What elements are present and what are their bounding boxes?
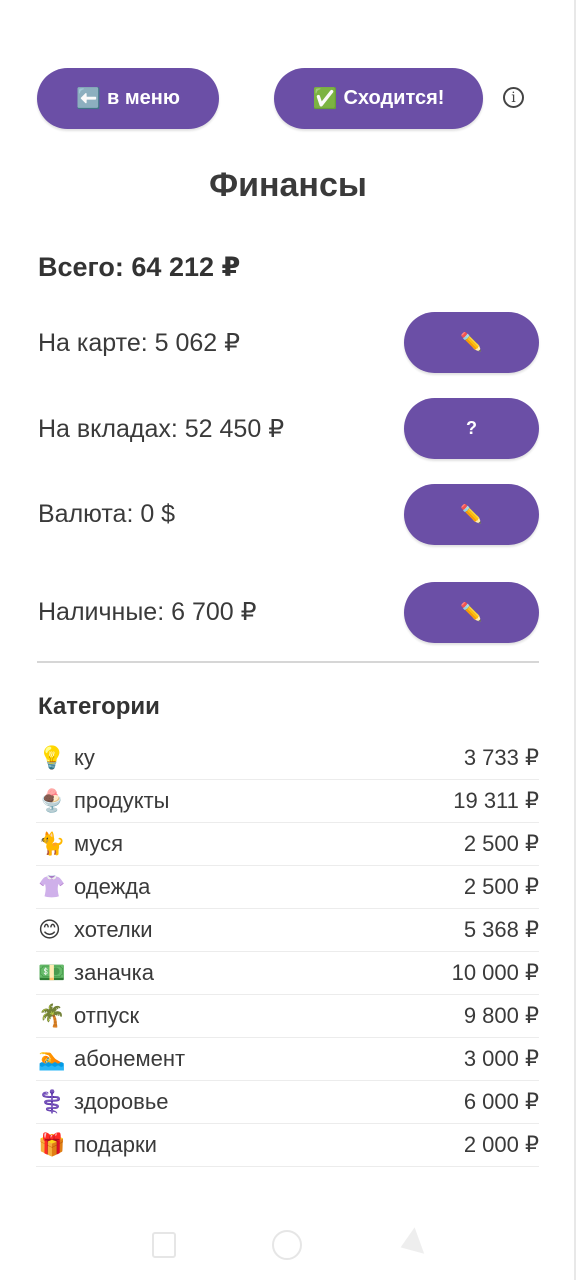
back-icon[interactable] <box>395 1227 425 1261</box>
back-to-menu-label: в меню <box>106 87 180 109</box>
category-amount: 2 500 ₽ <box>463 831 539 856</box>
category-name: абонемент <box>74 1046 186 1071</box>
cat-icon: 🐈 <box>38 831 66 856</box>
gift-icon: 🎁 <box>38 1132 66 1157</box>
balance-check-label: Сходится! <box>343 87 445 109</box>
home-icon[interactable] <box>272 1230 302 1260</box>
categories-heading: Категории <box>38 693 160 720</box>
dollar-banknote-icon: 💵 <box>38 960 66 985</box>
category-row-health[interactable]: ⚕️ здоровье 6 000 ₽ <box>36 1081 539 1124</box>
info-icon[interactable]: i <box>503 87 524 108</box>
swimmer-icon: 🏊 <box>38 1046 66 1071</box>
medical-symbol-icon: ⚕️ <box>38 1089 66 1114</box>
balance-check-button[interactable]: ✅ Сходится! <box>274 68 483 129</box>
category-amount: 6 000 ₽ <box>463 1089 539 1114</box>
category-name: отпуск <box>74 1003 140 1028</box>
back-to-menu-button[interactable]: ⬅️ в меню <box>37 68 219 129</box>
pencil-icon: ✏️ <box>460 332 483 352</box>
page-title: Финансы <box>209 166 367 204</box>
category-name: заначка <box>74 960 155 985</box>
category-row-savings[interactable]: 💵 заначка 10 000 ₽ <box>36 952 539 995</box>
deposits-help-button[interactable]: ? <box>404 398 539 459</box>
categories-list: 💡 ку 3 733 ₽ 🍨 продукты 19 311 ₽ 🐈 муся … <box>36 737 539 1167</box>
pencil-icon: ✏️ <box>460 504 483 524</box>
category-row-clothes[interactable]: 👚 одежда 2 500 ₽ <box>36 866 539 909</box>
category-name: здоровье <box>74 1089 169 1114</box>
finance-screen: ⬅️ в меню ✅ Сходится! i Финансы Всего: 6… <box>0 0 576 1280</box>
category-amount: 9 800 ₽ <box>463 1003 539 1028</box>
divider <box>37 661 539 663</box>
card-balance-label: На карте: 5 062 ₽ <box>38 329 241 357</box>
smiley-icon: 😊 <box>38 917 61 942</box>
category-amount: 3 000 ₽ <box>463 1046 539 1071</box>
category-amount: 2 000 ₽ <box>463 1132 539 1157</box>
palm-tree-icon: 🌴 <box>38 1003 66 1028</box>
category-amount: 3 733 ₽ <box>463 745 539 770</box>
category-name: муся <box>74 831 124 856</box>
category-row-musya[interactable]: 🐈 муся 2 500 ₽ <box>36 823 539 866</box>
edit-currency-button[interactable]: ✏️ <box>404 484 539 545</box>
category-name: подарки <box>74 1132 157 1157</box>
ice-cream-icon: 🍨 <box>38 788 66 813</box>
category-row-gifts[interactable]: 🎁 подарки 2 000 ₽ <box>36 1124 539 1167</box>
pencil-icon: ✏️ <box>460 602 483 622</box>
category-amount: 2 500 ₽ <box>463 874 539 899</box>
category-row-products[interactable]: 🍨 продукты 19 311 ₽ <box>36 780 539 823</box>
category-row-membership[interactable]: 🏊 абонемент 3 000 ₽ <box>36 1038 539 1081</box>
category-name: хотелки <box>74 917 153 942</box>
system-navigation-bar <box>0 1210 576 1280</box>
category-row-wishes[interactable]: 😊 хотелки 5 368 ₽ <box>36 909 539 952</box>
question-icon: ? <box>466 418 477 438</box>
deposits-balance-label: На вкладах: 52 450 ₽ <box>38 415 285 443</box>
category-row-ku[interactable]: 💡 ку 3 733 ₽ <box>36 737 539 780</box>
category-name: ку <box>74 745 95 770</box>
category-name: одежда <box>74 874 151 899</box>
blouse-icon: 👚 <box>38 874 66 899</box>
total-balance: Всего: 64 212 ₽ <box>38 252 241 282</box>
edit-card-button[interactable]: ✏️ <box>404 312 539 373</box>
category-amount: 10 000 ₽ <box>451 960 539 985</box>
cash-balance-label: Наличные: 6 700 ₽ <box>38 598 257 626</box>
edit-cash-button[interactable]: ✏️ <box>404 582 539 643</box>
lightbulb-icon: 💡 <box>38 745 66 770</box>
category-name: продукты <box>74 788 170 813</box>
category-row-vacation[interactable]: 🌴 отпуск 9 800 ₽ <box>36 995 539 1038</box>
back-arrow-icon: ⬅️ <box>76 88 101 110</box>
category-amount: 5 368 ₽ <box>463 917 539 942</box>
recent-apps-icon[interactable] <box>152 1232 176 1258</box>
check-mark-icon: ✅ <box>312 88 338 110</box>
currency-balance-label: Валюта: 0 $ <box>38 500 176 528</box>
category-amount: 19 311 ₽ <box>453 788 539 813</box>
